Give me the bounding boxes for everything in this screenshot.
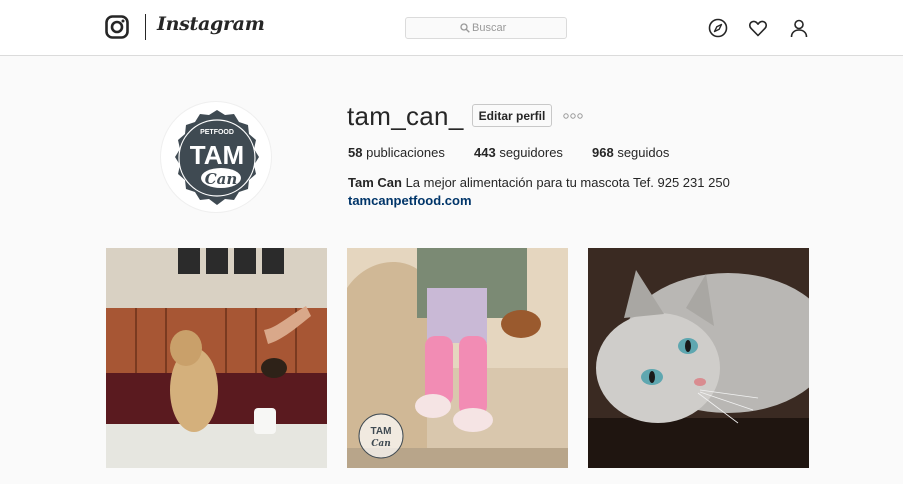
followers-count[interactable]: 443 seguidores: [474, 145, 563, 160]
explore-compass-icon[interactable]: [708, 18, 728, 38]
top-nav-bar: Instagram: [0, 0, 903, 56]
svg-text:TAM: TAM: [371, 426, 392, 437]
following-count[interactable]: 968 seguidos: [592, 145, 669, 160]
heart-icon[interactable]: [748, 18, 768, 38]
dog-coffee-photo: [106, 248, 327, 468]
instagram-wordmark[interactable]: Instagram: [157, 13, 265, 35]
svg-text:Can: Can: [205, 170, 238, 188]
edit-profile-button[interactable]: Editar perfil: [472, 104, 552, 127]
profile-avatar[interactable]: PETFOOD TAM Can: [160, 101, 272, 213]
profile-display-name: Tam Can: [348, 175, 402, 190]
search-input[interactable]: [472, 21, 562, 35]
instagram-glyph-icon[interactable]: [105, 15, 129, 39]
search-box[interactable]: [405, 17, 567, 39]
posts-count: 58 publicaciones: [348, 145, 445, 160]
more-options-icon[interactable]: [563, 113, 583, 119]
profile-icon[interactable]: [789, 18, 809, 38]
child-puppy-sofa-photo: TAM Can: [347, 248, 568, 468]
svg-text:Can: Can: [371, 439, 391, 449]
bio-text: La mejor alimentación para tu mascota Te…: [405, 175, 730, 190]
post-dog-coffee[interactable]: [106, 248, 327, 468]
grey-cat-photo: [588, 248, 809, 468]
profile-website-link[interactable]: tamcanpetfood.com: [348, 193, 472, 208]
logo-divider: [145, 14, 146, 40]
profile-username: tam_can_: [347, 101, 464, 131]
search-icon: [460, 23, 470, 33]
profile-bio: Tam Can La mejor alimentación para tu ma…: [348, 175, 730, 190]
svg-text:PETFOOD: PETFOOD: [200, 129, 234, 136]
post-grey-cat[interactable]: [588, 248, 809, 468]
post-child-puppy[interactable]: TAM Can: [347, 248, 568, 468]
tam-can-logo: PETFOOD TAM Can: [175, 110, 259, 205]
svg-text:TAM: TAM: [190, 140, 244, 170]
